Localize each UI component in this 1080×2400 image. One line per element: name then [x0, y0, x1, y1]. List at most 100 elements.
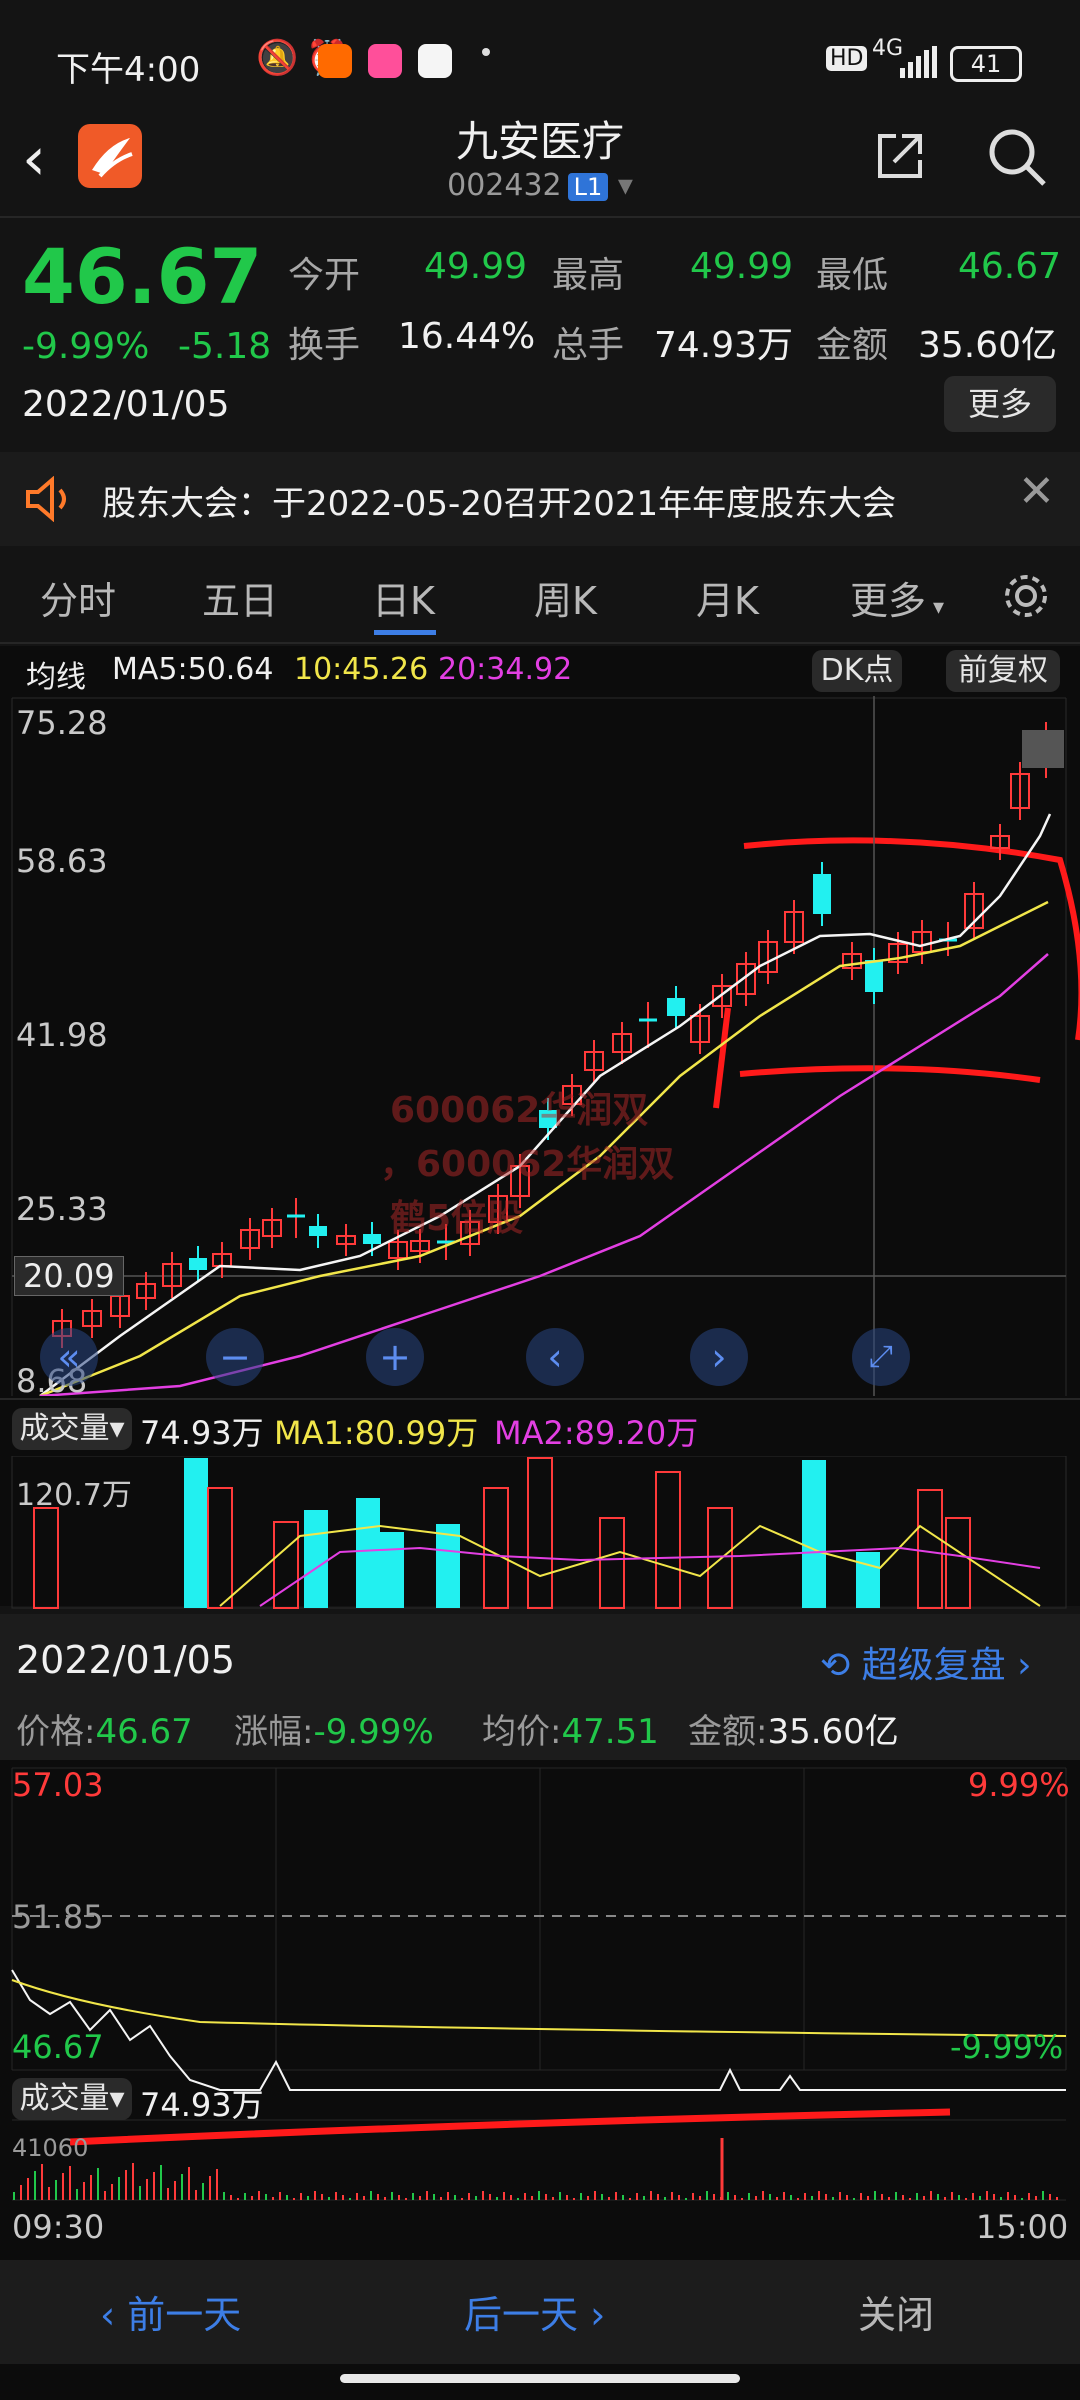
signal-icon	[900, 46, 937, 78]
app-notification-icon	[368, 44, 402, 78]
58-app-icon	[418, 44, 452, 78]
detail-row: 价格:46.67	[16, 1704, 193, 1753]
volume-indicator-select[interactable]: 成交量▾	[12, 1408, 132, 1450]
intraday-volume-select[interactable]: 成交量▾	[12, 2078, 132, 2120]
close-notice-icon[interactable]: ✕	[1018, 466, 1055, 517]
tab-weekly-k[interactable]: 周K	[534, 570, 597, 625]
ma-label: 均线	[26, 660, 86, 695]
detail-row: 金额:35.60亿	[688, 1704, 899, 1753]
intraday-chart[interactable]	[0, 1760, 1080, 2260]
tab-more[interactable]: 更多 ▾	[850, 570, 944, 625]
dk-point-button[interactable]: DK点	[812, 650, 902, 692]
adjust-button[interactable]: 前复权	[946, 650, 1060, 692]
next-day-label: 后一天	[464, 2293, 579, 2337]
detail-date: 2022/01/05	[16, 1638, 236, 1682]
watermark-line: 鹤5倍股	[390, 1198, 524, 1239]
detail-pct-label: 涨幅:	[234, 1712, 314, 1752]
watermark-line: 600062华润双	[390, 1090, 649, 1131]
intraday-low-pct: -9.99%	[950, 2028, 1064, 2066]
open-label: 今开	[288, 255, 361, 296]
low-value: 46.67	[958, 246, 1062, 287]
y-tick: 41.98	[16, 1016, 108, 1054]
share-icon[interactable]	[872, 128, 928, 184]
tab-intraday[interactable]: 分时	[40, 570, 116, 625]
intraday-high-pct: 9.99%	[968, 1766, 1070, 1804]
detail-price-label: 价格:	[16, 1712, 96, 1752]
volume-value: 74.93万	[654, 325, 794, 366]
scroll-left-fast-icon[interactable]: «	[40, 1328, 98, 1386]
detail-price: 46.67	[95, 1712, 193, 1752]
intraday-volume-value: 74.93万	[140, 2086, 264, 2124]
hd-icon: HD	[826, 46, 868, 71]
intraday-low: 46.67	[12, 2028, 104, 2066]
y-tick: 25.33	[16, 1190, 108, 1228]
zoom-out-icon[interactable]: −	[206, 1328, 264, 1386]
status-time: 下午4:00	[56, 50, 201, 90]
level-badge[interactable]: L1	[567, 173, 609, 201]
next-day-button[interactable]: 后一天 ›	[464, 2284, 605, 2339]
prev-day-label: 前一天	[127, 2293, 242, 2337]
detail-amount-label: 金额:	[688, 1712, 768, 1752]
low-label: 最低	[816, 255, 889, 296]
quote-date: 2022/01/05	[22, 384, 230, 425]
zoom-in-icon[interactable]: +	[366, 1328, 424, 1386]
tab-five-day[interactable]: 五日	[202, 570, 278, 625]
period-tabs: 分时 五日 日K 周K 月K 更多 ▾	[0, 556, 1080, 638]
network-type: 4G	[872, 36, 904, 61]
detail-pct: -9.99%	[313, 1712, 434, 1752]
search-icon[interactable]	[986, 126, 1048, 188]
watermark-line: ，600062华润双	[380, 1144, 675, 1185]
change-amount: -5.18	[178, 326, 272, 367]
time-start: 09:30	[12, 2208, 105, 2246]
home-indicator[interactable]	[340, 2374, 740, 2383]
high-label: 最高	[552, 255, 625, 296]
scroll-left-icon[interactable]: ‹	[526, 1328, 584, 1386]
detail-row: 涨幅:-9.99%	[234, 1704, 434, 1753]
ma20-value: 20:34.92	[438, 652, 573, 687]
ma5-value: MA5:50.64	[112, 652, 274, 687]
super-replay-button[interactable]: ⟲ 超级复盘 ›	[820, 1636, 1031, 1688]
amount-value: 35.60亿	[918, 325, 1058, 366]
crosshair-price-label: 20.09	[14, 1256, 124, 1296]
turnover-value: 16.44%	[398, 316, 536, 357]
prev-day-button[interactable]: ‹ 前一天	[100, 2284, 241, 2339]
tab-daily-k[interactable]: 日K	[372, 570, 435, 625]
active-tab-indicator	[374, 630, 436, 635]
scroll-right-icon[interactable]: ›	[690, 1328, 748, 1386]
stock-code: 002432	[447, 168, 562, 203]
ma10-value: 10:45.26	[294, 652, 429, 687]
close-button[interactable]: 关闭	[858, 2284, 934, 2339]
volume-value: 74.93万	[140, 1414, 264, 1452]
intraday-volume-label: 成交量	[19, 2081, 110, 2116]
notice-bar[interactable]: 股东大会：于2022-05-20召开2021年年度股东大会 ✕	[0, 452, 1080, 546]
history-icon: ⟲	[820, 1645, 862, 1686]
more-notifications-icon	[482, 48, 490, 56]
high-value: 49.99	[690, 246, 794, 287]
volume-ma2: MA2:89.20万	[494, 1414, 699, 1452]
notice-text: 股东大会：于2022-05-20召开2021年年度股东大会	[102, 484, 897, 524]
status-bar: 下午4:00 🔕 ⏰ HD 4G 41	[0, 0, 1080, 120]
settings-gear-icon[interactable]	[1000, 570, 1052, 622]
time-end: 15:00	[976, 2208, 1069, 2246]
watermark-text: 600062华润双 ，600062华润双 鹤5倍股	[380, 1084, 674, 1246]
kline-chart[interactable]	[0, 696, 1080, 1396]
y-tick: 75.28	[16, 704, 108, 742]
amount-label: 金额	[816, 325, 889, 366]
volume-label: 总手	[552, 325, 625, 366]
turnover-label: 换手	[288, 325, 361, 366]
detail-row: 均价:47.51	[482, 1704, 659, 1753]
mute-icon: 🔕	[256, 38, 299, 78]
tab-monthly-k[interactable]: 月K	[696, 570, 759, 625]
intraday-volume-max: 41060	[12, 2134, 89, 2162]
volume-ma1: MA1:80.99万	[274, 1414, 479, 1452]
open-value: 49.99	[424, 246, 528, 287]
battery-level: 41	[970, 50, 1002, 78]
speaker-icon	[26, 476, 66, 522]
fullscreen-icon[interactable]: ⤢	[852, 1328, 910, 1386]
more-button[interactable]: 更多	[944, 376, 1056, 432]
change-percent: -9.99%	[22, 326, 150, 367]
super-replay-label: 超级复盘	[861, 1645, 1006, 1686]
intraday-preclose: 51.85	[12, 1898, 104, 1936]
detail-avg: 47.51	[561, 1712, 659, 1752]
current-price: 46.67	[22, 232, 263, 321]
